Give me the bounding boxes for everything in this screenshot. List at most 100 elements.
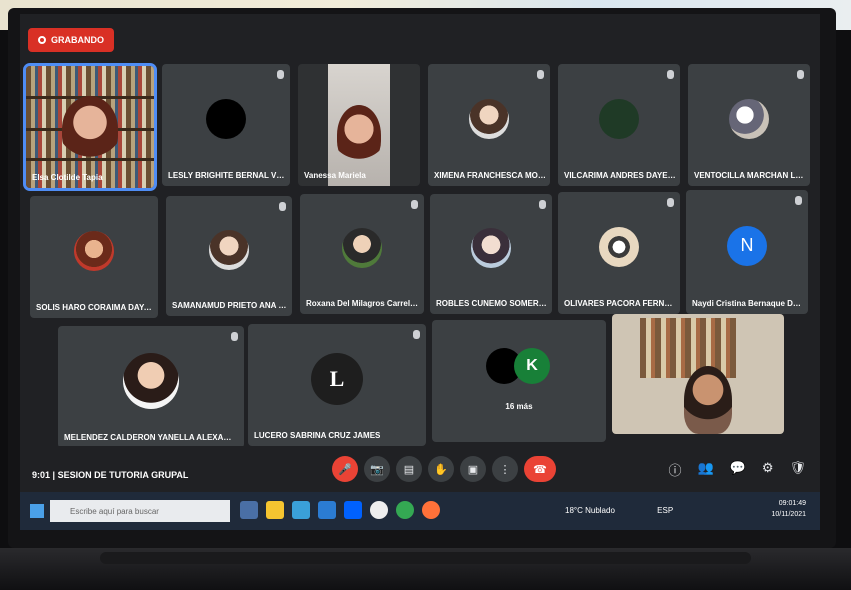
participant-tile[interactable]: Roxana Del Milagros Carrello P... xyxy=(300,194,424,314)
more-participants-tile[interactable]: K 16 más xyxy=(432,320,606,442)
avatar xyxy=(469,98,509,139)
mic-muted-icon xyxy=(537,70,544,79)
participant-name: SAMANAMUD PRIETO ANA MI... xyxy=(172,301,288,310)
meeting-control-bar: 9:01 | SESION DE TUTORIA GRUPAL 🎤 📷 ▤ ✋ … xyxy=(20,446,820,492)
participant-name: LUCERO SABRINA CRUZ JAMES xyxy=(254,431,381,440)
clock-date: 10/11/2021 xyxy=(771,511,806,518)
participant-name: VILCARIMA ANDRES DAYELI D... xyxy=(564,171,676,180)
avatar xyxy=(209,230,249,270)
participant-tile[interactable]: SOLIS HARO CORAIMA DAYAN... xyxy=(30,196,158,318)
participant-tile[interactable]: SAMANAMUD PRIETO ANA MI... xyxy=(166,196,292,316)
more-count: 16 más xyxy=(505,402,533,411)
dropbox-icon[interactable] xyxy=(344,501,362,519)
participant-name: Naydi Cristina Bernaque Dueñ... xyxy=(692,299,805,308)
meeting-title: SESION DE TUTORIA GRUPAL xyxy=(57,470,189,480)
avatar xyxy=(123,352,179,409)
avatar-letter: K xyxy=(514,348,550,384)
chat-icon[interactable]: 💬 xyxy=(730,460,746,479)
app-icon[interactable] xyxy=(370,501,388,519)
recording-label: GRABANDO xyxy=(51,35,104,45)
mic-toggle-button[interactable]: 🎤 xyxy=(332,456,358,482)
taskbar-apps xyxy=(240,501,440,519)
firefox-icon[interactable] xyxy=(422,501,440,519)
language-indicator[interactable]: ESP xyxy=(657,506,673,515)
avatar xyxy=(471,228,511,268)
store-icon[interactable] xyxy=(318,501,336,519)
mic-muted-icon xyxy=(667,198,674,207)
laptop-hinge xyxy=(100,552,751,564)
mic-muted-icon xyxy=(279,202,286,211)
participant-tile[interactable]: Vanessa Mariela xyxy=(298,64,420,186)
participant-tile[interactable]: VILCARIMA ANDRES DAYELI D... xyxy=(558,64,680,186)
participant-name: MELENDEZ CALDERON YANELLA ALEXANDRA xyxy=(64,433,236,442)
self-view-tile[interactable] xyxy=(612,314,784,434)
participant-tile[interactable]: LESLY BRIGHITE BERNAL VERA... xyxy=(162,64,290,186)
avatar xyxy=(729,98,769,139)
mic-muted-icon xyxy=(539,200,546,209)
mic-muted-icon xyxy=(797,70,804,79)
participant-tile[interactable]: L LUCERO SABRINA CRUZ JAMES xyxy=(248,324,426,446)
raise-hand-button[interactable]: ✋ xyxy=(428,456,454,482)
avatar xyxy=(206,98,246,139)
side-panel-icons: ⓘ 👥 💬 ⚙ 🛡 xyxy=(668,460,806,479)
participant-name: SOLIS HARO CORAIMA DAYAN... xyxy=(36,303,154,312)
participant-tile[interactable]: OLIVARES PACORA FERNAND... xyxy=(558,192,680,314)
meeting-info: 9:01 | SESION DE TUTORIA GRUPAL xyxy=(32,470,189,480)
system-tray: 18°C Nublado ESP xyxy=(565,506,673,515)
mic-muted-icon xyxy=(795,196,802,205)
task-view-icon[interactable] xyxy=(240,501,258,519)
laptop: GRABANDO Elsa Clotilde Tapia LESLY BRIGH… xyxy=(0,0,851,590)
participant-tile[interactable]: XIMENA FRANCHESCA MORY ... xyxy=(428,64,550,186)
avatar xyxy=(599,226,639,267)
participant-face xyxy=(337,104,381,165)
file-explorer-icon[interactable] xyxy=(266,501,284,519)
participant-tile[interactable]: ROBLES CUNEMO SOMER CAR... xyxy=(430,194,552,314)
mic-muted-icon xyxy=(413,330,420,339)
activities-icon[interactable]: ⚙ xyxy=(762,460,774,479)
participant-name: VENTOCILLA MARCHAN LEYS... xyxy=(694,171,807,180)
mic-muted-icon xyxy=(411,200,418,209)
windows-taskbar: Escribe aquí para buscar 18°C Nublado ES… xyxy=(20,492,820,530)
video-background xyxy=(640,318,736,378)
participant-tile[interactable]: MELENDEZ CALDERON YANELLA ALEXANDRA xyxy=(58,326,244,448)
chrome-icon[interactable] xyxy=(396,501,414,519)
meet-screen: GRABANDO Elsa Clotilde Tapia LESLY BRIGH… xyxy=(20,14,820,530)
mic-muted-icon xyxy=(667,70,674,79)
participant-name: ROBLES CUNEMO SOMER CAR... xyxy=(436,299,548,308)
host-controls-icon[interactable]: 🛡 xyxy=(789,460,806,479)
call-controls: 🎤 📷 ▤ ✋ ▣ ⋮ ☎ xyxy=(332,456,556,482)
avatar xyxy=(342,228,382,268)
camera-toggle-button[interactable]: 📷 xyxy=(364,456,390,482)
avatar xyxy=(74,230,114,271)
participant-tile[interactable]: VENTOCILLA MARCHAN LEYS... xyxy=(688,64,810,186)
participant-tile[interactable]: N Naydi Cristina Bernaque Dueñ... xyxy=(686,190,808,314)
clock-time: 09:01:49 xyxy=(778,500,806,507)
leave-call-button[interactable]: ☎ xyxy=(524,456,556,482)
participant-tile[interactable]: Elsa Clotilde Tapia xyxy=(23,63,157,191)
participant-name: OLIVARES PACORA FERNAND... xyxy=(564,299,677,308)
captions-button[interactable]: ▤ xyxy=(396,456,422,482)
people-icon[interactable]: 👥 xyxy=(697,460,713,479)
participant-name: XIMENA FRANCHESCA MORY ... xyxy=(434,171,547,180)
participant-name: Vanessa Mariela xyxy=(304,171,366,180)
edge-icon[interactable] xyxy=(292,501,310,519)
avatar-letter: N xyxy=(727,225,767,266)
taskbar-search-input[interactable]: Escribe aquí para buscar xyxy=(50,500,230,522)
weather-text[interactable]: 18°C Nublado xyxy=(565,506,615,515)
record-icon xyxy=(38,36,46,44)
windows-start-icon[interactable] xyxy=(30,504,44,518)
participant-name: Roxana Del Milagros Carrello P... xyxy=(306,299,421,308)
self-video xyxy=(684,366,732,434)
avatar-letter: L xyxy=(311,352,363,405)
present-button[interactable]: ▣ xyxy=(460,456,486,482)
participant-video xyxy=(62,96,118,163)
meeting-time: 9:01 xyxy=(32,470,51,480)
participant-name: LESLY BRIGHITE BERNAL VERA... xyxy=(168,171,286,180)
info-icon[interactable]: ⓘ xyxy=(668,460,681,479)
avatar xyxy=(599,98,639,139)
mic-muted-icon xyxy=(277,70,284,79)
more-options-button[interactable]: ⋮ xyxy=(492,456,518,482)
recording-badge: GRABANDO xyxy=(28,28,114,52)
participant-name: Elsa Clotilde Tapia xyxy=(32,173,103,182)
taskbar-clock[interactable]: 09:01:49 10/11/2021 xyxy=(771,498,806,520)
